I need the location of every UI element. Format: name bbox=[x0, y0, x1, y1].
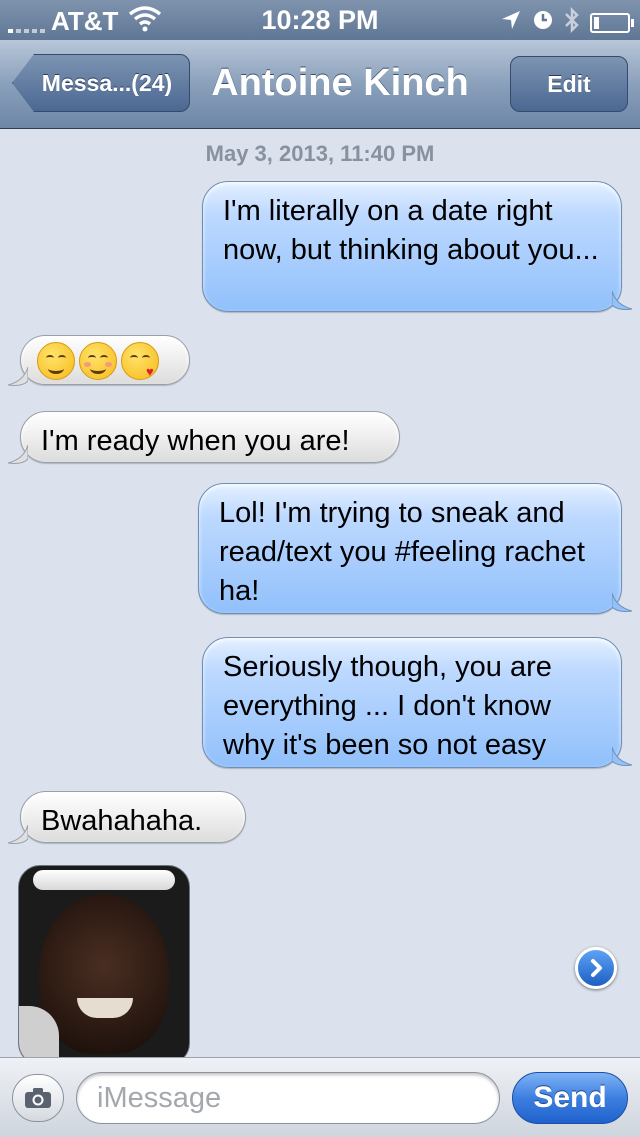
message-input-bar: Send bbox=[0, 1057, 640, 1137]
photo-attachment[interactable] bbox=[18, 865, 190, 1057]
location-arrow-icon bbox=[500, 9, 522, 36]
message-text: I'm literally on a date right now, but t… bbox=[223, 195, 599, 266]
smiling-face-icon bbox=[37, 342, 75, 380]
emoji-row: ♥ bbox=[37, 341, 173, 381]
bubble-tail-icon bbox=[612, 291, 632, 310]
back-to-messages-button[interactable]: Messa...(24) bbox=[12, 54, 190, 112]
message-text: Bwahahaha. bbox=[41, 805, 203, 837]
detail-disclosure-button[interactable] bbox=[575, 947, 617, 989]
bluetooth-icon bbox=[564, 6, 580, 39]
message-text: Lol! I'm trying to sneak and read/text y… bbox=[219, 497, 585, 607]
message-timestamp: May 3, 2013, 11:40 PM bbox=[205, 141, 435, 166]
camera-icon bbox=[25, 1088, 51, 1108]
status-bar: AT&T 10:28 PM bbox=[0, 0, 640, 40]
outgoing-message-bubble[interactable]: Lol! I'm trying to sneak and read/text y… bbox=[198, 483, 622, 614]
incoming-message-bubble[interactable]: Bwahahaha. bbox=[20, 791, 246, 843]
chevron-right-icon bbox=[591, 959, 602, 977]
alarm-clock-icon bbox=[532, 9, 554, 36]
bubble-tail-icon bbox=[8, 445, 28, 464]
bubble-tail-icon bbox=[612, 593, 632, 612]
outgoing-message-bubble[interactable]: I'm literally on a date right now, but t… bbox=[202, 181, 622, 312]
incoming-message-bubble[interactable]: ♥ bbox=[20, 335, 190, 385]
blushing-face-icon bbox=[79, 342, 117, 380]
kissing-face-icon: ♥ bbox=[121, 342, 159, 380]
battery-icon bbox=[590, 12, 634, 33]
outgoing-message-bubble[interactable]: Seriously though, you are everything ...… bbox=[202, 637, 622, 768]
conversation-view[interactable]: May 3, 2013, 11:40 PM I'm literally on a… bbox=[0, 129, 640, 1057]
message-text: I'm ready when you are! bbox=[41, 425, 350, 457]
contact-name-title: Antoine Kinch bbox=[211, 62, 469, 104]
incoming-message-bubble[interactable]: I'm ready when you are! bbox=[20, 411, 400, 463]
message-text: Seriously though, you are everything ...… bbox=[223, 651, 552, 761]
imessage-input[interactable] bbox=[76, 1072, 500, 1124]
navigation-bar: Messa...(24) Antoine Kinch Edit bbox=[0, 40, 640, 129]
send-button[interactable]: Send bbox=[512, 1072, 628, 1124]
bubble-tail-icon bbox=[612, 747, 632, 766]
bubble-tail-icon bbox=[8, 367, 28, 386]
camera-button[interactable] bbox=[12, 1074, 64, 1122]
edit-button[interactable]: Edit bbox=[510, 56, 628, 112]
bubble-tail-icon bbox=[8, 825, 28, 844]
